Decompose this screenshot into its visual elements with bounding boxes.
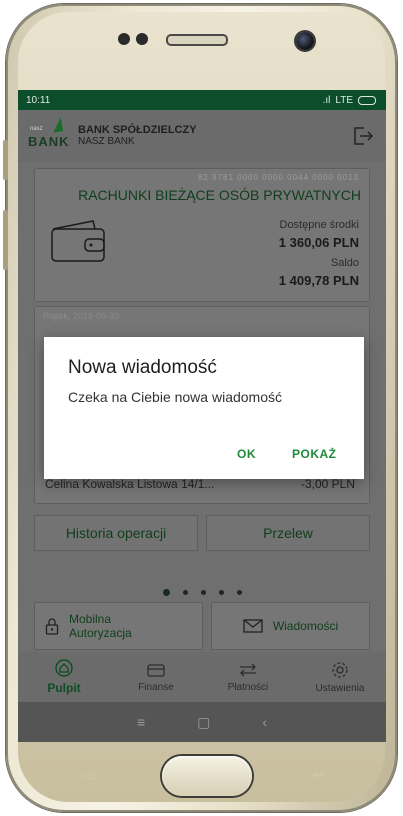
balance-label: Saldo	[330, 257, 359, 269]
transfer-icon	[240, 663, 256, 676]
envelope-icon	[243, 619, 263, 633]
page-dot[interactable]	[218, 590, 224, 595]
dialog-message: Czeka na Ciebie nowa wiadomość	[68, 389, 282, 405]
sensor-dot	[118, 33, 130, 45]
earpiece-speaker	[166, 34, 228, 46]
wallet-icon	[51, 220, 105, 262]
back-icon[interactable]: ‹	[262, 714, 267, 730]
home-key[interactable]	[162, 756, 252, 796]
lock-icon	[45, 618, 59, 635]
history-button[interactable]: Historia operacji	[34, 515, 198, 551]
recents-key-icon[interactable]: ▭	[82, 766, 96, 784]
tab-finanse[interactable]: Finanse	[110, 652, 202, 702]
available-label: Dostępne środki	[279, 219, 360, 231]
page-indicator	[18, 589, 386, 596]
available-value: 1 360,06 PLN	[278, 235, 359, 250]
dialog-title: Nowa wiadomość	[68, 357, 217, 378]
gear-icon	[332, 661, 348, 678]
android-nav-bar: ≡ ▢ ‹	[18, 702, 386, 742]
page-dot[interactable]	[200, 590, 206, 595]
battery-icon	[358, 95, 376, 105]
sensor-dot	[136, 33, 148, 45]
ok-button[interactable]: OK	[237, 447, 256, 461]
signal-icon: .ıl	[322, 94, 331, 106]
operations-date: Piątek, 2019-08-30	[43, 311, 120, 321]
new-message-dialog: Nowa wiadomość Czeka na Ciebie nowa wiad…	[44, 337, 364, 479]
operation-amount: -3,00 PLN	[300, 477, 355, 491]
network-type: LTE	[335, 94, 353, 106]
tab-pulpit[interactable]: Pulpit	[18, 652, 110, 702]
home-nav-icon[interactable]: ▢	[197, 714, 210, 731]
tab-platnosci[interactable]: Płatności	[202, 652, 294, 702]
mobile-auth-tile[interactable]: Mobilna Autoryzacja	[34, 602, 203, 650]
logout-icon[interactable]	[352, 125, 374, 147]
wallet-icon	[147, 663, 165, 677]
recents-icon[interactable]: ≡	[137, 714, 145, 730]
account-title: RACHUNKI BIEŻĄCE OSÓB PRYWATNYCH	[78, 187, 361, 203]
transfer-button[interactable]: Przelew	[206, 515, 370, 551]
messages-tile[interactable]: Wiadomości	[211, 602, 370, 650]
bottom-tab-bar: Pulpit Finanse Płatności Ustawienia	[18, 652, 386, 702]
logo-mark-icon	[50, 117, 64, 133]
page-dot[interactable]	[236, 590, 242, 595]
volume-button	[3, 140, 8, 180]
balance-value: 1 409,78 PLN	[278, 273, 359, 288]
front-camera	[296, 32, 314, 50]
status-time: 10:11	[26, 94, 51, 106]
account-card[interactable]: 82 8781 0000 0000 0044 0000 0013 RACHUNK…	[34, 168, 370, 302]
page-dot[interactable]	[182, 590, 188, 595]
quick-tiles: Mobilna Autoryzacja Wiadomości	[34, 602, 370, 650]
tab-ustawienia[interactable]: Ustawienia	[294, 652, 386, 702]
back-key-icon[interactable]: ↩	[312, 766, 325, 784]
volume-button	[3, 210, 8, 270]
home-icon	[55, 659, 73, 677]
bank-name: BANK SPÓŁDZIELCZY NASZ BANK	[78, 124, 197, 147]
mobile-auth-label: Mobilna Autoryzacja	[69, 612, 132, 640]
status-bar: 10:11 .ıl LTE	[18, 90, 386, 110]
operation-name: Celina Kowalska Listowa 14/1...	[45, 477, 215, 491]
operation-row[interactable]: Celina Kowalska Listowa 14/1... -3,00 PL…	[45, 477, 355, 491]
account-number: 82 8781 0000 0000 0044 0000 0013	[197, 173, 359, 182]
action-buttons: Historia operacji Przelew	[34, 515, 370, 551]
app-header: nasz BANK BANK SPÓŁDZIELCZY NASZ BANK	[18, 110, 386, 162]
page-dot[interactable]	[162, 589, 170, 596]
show-button[interactable]: POKAŻ	[292, 447, 337, 461]
messages-label: Wiadomości	[272, 619, 339, 633]
bank-logo: nasz BANK	[28, 117, 70, 154]
